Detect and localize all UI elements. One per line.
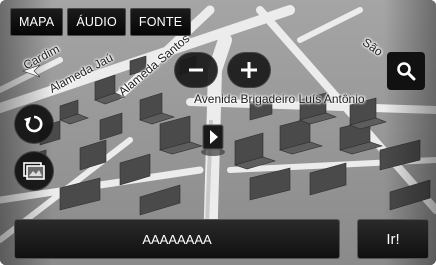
- search-icon: [397, 62, 416, 81]
- go-button-label: Ir!: [386, 230, 400, 248]
- direction-arrow-icon: [22, 64, 41, 78]
- zoom-in-button[interactable]: [227, 52, 271, 88]
- tab-fonte[interactable]: FONTE: [129, 8, 192, 36]
- street-label: Avenida Brigadeiro Luís Antônio: [194, 92, 365, 106]
- search-button[interactable]: [387, 52, 425, 90]
- map-view-icon: [23, 162, 45, 180]
- destination-label: AAAAAAAA: [142, 231, 212, 247]
- tab-mapa[interactable]: MAPA: [10, 8, 64, 36]
- tab-audio[interactable]: ÁUDIO: [67, 8, 126, 36]
- go-button[interactable]: Ir!: [357, 219, 429, 259]
- top-tab-bar: MAPA ÁUDIO FONTE: [10, 8, 192, 36]
- plus-icon: [241, 62, 257, 78]
- map-view-button[interactable]: [14, 151, 54, 191]
- destination-field[interactable]: AAAAAAAA: [14, 219, 340, 259]
- minus-icon: [189, 68, 203, 72]
- zoom-out-button[interactable]: [174, 52, 218, 88]
- navigation-screen: Cardim Alameda Jaú Alameda Santos Avenid…: [0, 0, 436, 265]
- rotate-icon: [24, 115, 43, 133]
- reroute-button[interactable]: [14, 104, 54, 144]
